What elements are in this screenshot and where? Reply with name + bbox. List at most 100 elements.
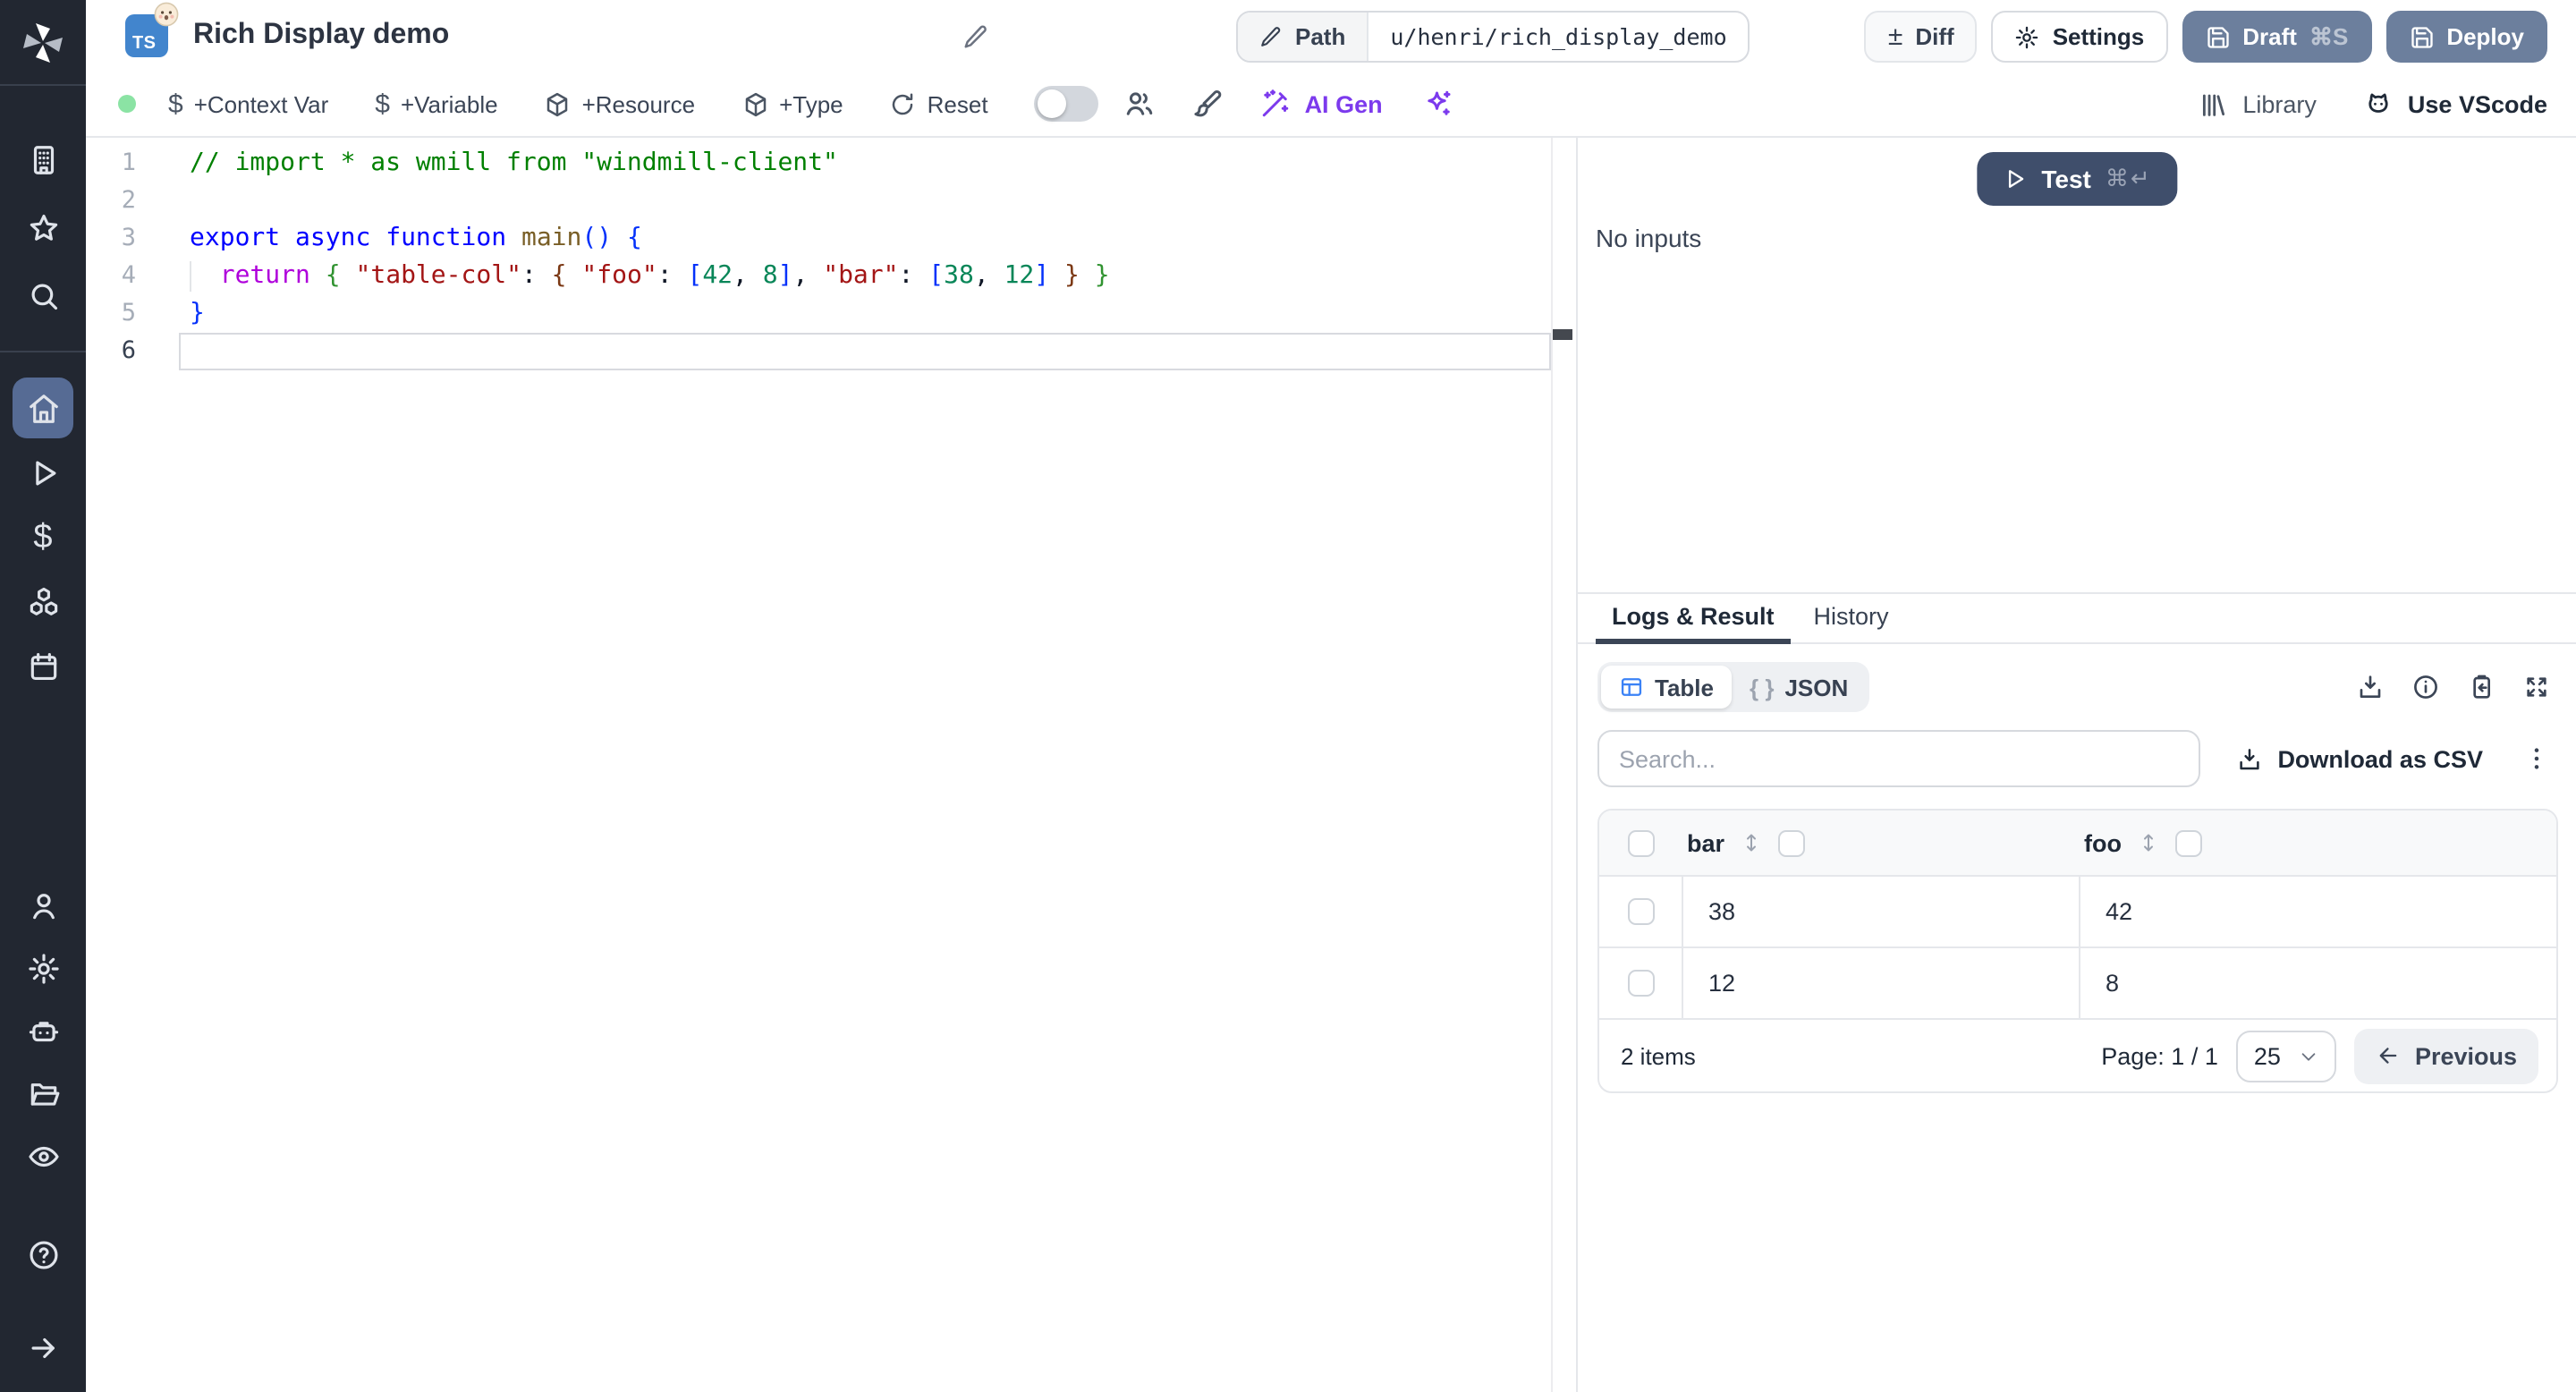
path-button[interactable]: Path u/henri/rich_display_demo: [1236, 11, 1750, 63]
ai-gen-label: AI Gen: [1304, 90, 1383, 117]
editor-lines[interactable]: // import * as wmill from "windmill-clie…: [179, 145, 1551, 370]
package-icon: [547, 91, 568, 116]
sidebar-item-users[interactable]: [13, 875, 73, 936]
row-checkbox[interactable]: [1627, 898, 1654, 925]
sidebar-item-audit-logs[interactable]: [13, 1125, 73, 1186]
sidebar-item-runs[interactable]: [13, 442, 73, 503]
sidebar-item-resources[interactable]: [13, 571, 73, 632]
line-number: 2: [121, 186, 136, 215]
windmill-logo-icon: [23, 22, 63, 62]
robot-icon: [28, 1021, 58, 1041]
result-tabs: Logs & Result History: [1578, 594, 2576, 644]
gear-icon: [28, 953, 58, 983]
add-context-var-button[interactable]: $ +Context Var: [168, 89, 328, 119]
ai-suggest-button[interactable]: [1422, 88, 1454, 120]
sidebar-item-favorites[interactable]: [13, 197, 73, 258]
test-button[interactable]: Test ⌘↵: [1977, 152, 2177, 206]
code-line[interactable]: [179, 182, 1551, 220]
expand-icon[interactable]: [2522, 673, 2551, 701]
test-shortcut: ⌘↵: [2105, 165, 2152, 191]
sidebar-item-search[interactable]: [13, 265, 73, 326]
code-line[interactable]: // import * as wmill from "windmill-clie…: [179, 145, 1551, 182]
sidebar-item-workers[interactable]: [13, 1000, 73, 1061]
sidebar-item-variables[interactable]: $: [13, 506, 73, 567]
sidebar-item-home[interactable]: [13, 378, 73, 438]
arrow-right-icon: [30, 1337, 54, 1358]
table-menu-button[interactable]: [2522, 744, 2551, 773]
add-resource-button[interactable]: +Resource: [545, 90, 695, 117]
draft-button[interactable]: Draft ⌘S: [2182, 11, 2372, 63]
add-resource-label: +Resource: [581, 90, 696, 117]
sidebar-item-help[interactable]: [13, 1224, 73, 1285]
table-body: 38 42 12 8: [1599, 877, 2556, 1020]
line-number: 6: [121, 336, 136, 365]
table-icon: [1621, 678, 1642, 696]
windmill-script-editor: $ TS Rich Display demo Path u/henri/rich…: [0, 0, 2576, 1392]
add-variable-button[interactable]: $ +Variable: [375, 89, 497, 119]
reset-button[interactable]: Reset: [890, 90, 988, 117]
settings-button[interactable]: Settings: [1991, 11, 2168, 63]
gear-icon: [2016, 25, 2038, 48]
code-line[interactable]: [179, 333, 1551, 370]
multiplayer-button[interactable]: [1124, 88, 1157, 120]
deploy-button[interactable]: Deploy: [2385, 11, 2547, 63]
sidebar-collapse-button[interactable]: [13, 1317, 73, 1378]
code-line[interactable]: }: [179, 295, 1551, 333]
sidebar-item-workspace[interactable]: [13, 129, 73, 190]
column-foo-filter-checkbox[interactable]: [2175, 829, 2202, 856]
view-table-label: Table: [1655, 674, 1714, 700]
library-button[interactable]: Library: [2198, 89, 2317, 119]
play-icon: [2008, 170, 2024, 188]
download-icon[interactable]: [2356, 673, 2385, 701]
user-icon: [32, 893, 54, 919]
result-table: bar foo 38 42 12 8 2 items Page: 1 / 1 2…: [1597, 809, 2558, 1093]
path-value: u/henri/rich_display_demo: [1390, 23, 1727, 50]
tab-history[interactable]: History: [1798, 603, 1905, 642]
info-icon[interactable]: [2411, 673, 2440, 701]
result-view-toggle: Table { } JSON: [1597, 662, 1870, 712]
download-csv-button[interactable]: Download as CSV: [2236, 745, 2483, 772]
diff-button-label: Diff: [1915, 23, 1954, 50]
table-row[interactable]: 38 42: [1599, 877, 2556, 948]
column-header-bar[interactable]: bar: [1687, 829, 1724, 856]
table-search-input[interactable]: [1597, 730, 2200, 787]
status-dot: [118, 95, 136, 113]
page-size-select[interactable]: 25: [2235, 1030, 2336, 1082]
editor-scrollbar-marker[interactable]: [1553, 329, 1572, 340]
code-editor[interactable]: 1 2 3 4 5 6 // import * as wmill from "windmi…: [86, 138, 1578, 1392]
sidebar-item-settings[interactable]: [13, 938, 73, 998]
calendar-icon: [30, 651, 56, 680]
format-button[interactable]: [1192, 88, 1224, 120]
line-number: 3: [121, 224, 136, 252]
sort-icon[interactable]: [1741, 830, 1762, 855]
diff-mode-toggle[interactable]: [1034, 86, 1099, 122]
save-icon: [2411, 26, 2432, 47]
table-header-row: bar foo: [1599, 811, 2556, 877]
view-json-button[interactable]: { } JSON: [1732, 666, 1866, 709]
use-vscode-button[interactable]: Use VScode: [2363, 89, 2547, 119]
sidebar-item-schedules[interactable]: [13, 635, 73, 696]
view-table-button[interactable]: Table: [1601, 666, 1732, 709]
add-type-button[interactable]: +Type: [741, 90, 843, 117]
table-row[interactable]: 12 8: [1599, 948, 2556, 1020]
edit-title-button[interactable]: [962, 23, 989, 59]
copy-result-icon[interactable]: [2467, 673, 2496, 701]
no-inputs-text: No inputs: [1596, 224, 1702, 252]
sidebar-item-folders[interactable]: [13, 1063, 73, 1124]
sort-icon[interactable]: [2138, 830, 2159, 855]
toggle-knob: [1038, 89, 1067, 118]
column-header-foo[interactable]: foo: [2084, 829, 2122, 856]
windmill-logo[interactable]: [0, 0, 86, 86]
diff-button[interactable]: ± Diff: [1864, 11, 1978, 63]
draft-button-label: Draft: [2242, 23, 2297, 50]
ai-gen-button[interactable]: AI Gen: [1260, 88, 1383, 120]
row-checkbox[interactable]: [1627, 970, 1654, 997]
code-line[interactable]: return { "table-col": { "foo": [42, 8], …: [179, 258, 1551, 295]
select-all-checkbox[interactable]: [1628, 829, 1655, 856]
editor-scrollbar-track: [1551, 138, 1553, 1392]
column-bar-filter-checkbox[interactable]: [1778, 829, 1806, 856]
previous-page-button[interactable]: Previous: [2353, 1028, 2538, 1083]
code-line[interactable]: export async function main() {: [179, 220, 1551, 258]
tab-logs-result[interactable]: Logs & Result: [1596, 603, 1791, 644]
table-cell: 42: [2106, 898, 2133, 925]
